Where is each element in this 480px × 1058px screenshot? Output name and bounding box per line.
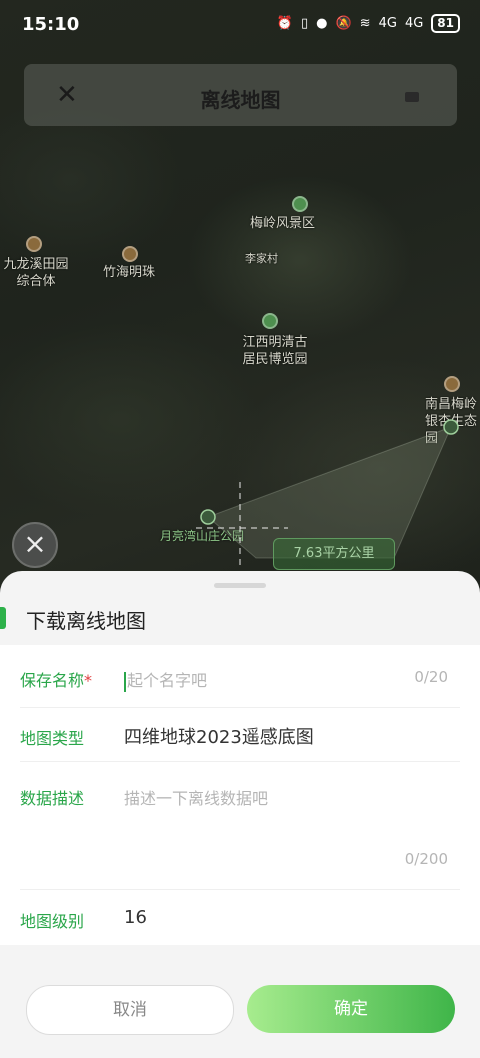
map-type-value[interactable]: 四维地球2023遥感底图 [124,723,314,749]
map-type-row[interactable]: 地图类型 四维地球2023遥感底图 [20,707,460,762]
description-input[interactable]: 描述一下离线数据吧 [124,785,268,809]
required-mark: * [84,671,93,690]
area-badge: 7.63平方公里 [273,538,395,570]
description-counter: 0/200 [404,850,448,868]
description-row: 数据描述 描述一下离线数据吧 0/200 [20,761,460,890]
map-view[interactable]: 15:10 ⏰ ▯ ● 🔕 ≋ 4G 4G 81 ✕ 离线地图 九龙溪田园 综合体… [0,0,480,640]
map-type-label: 地图类型 [20,729,85,748]
download-sheet: 下载离线地图 保存名称* 起个名字吧 0/20 地图类型 四维地球2023遥感底… [0,571,480,1058]
description-label: 数据描述 [20,789,85,808]
cancel-button[interactable]: 取消 [26,985,234,1035]
map-level-label: 地图级别 [20,912,85,931]
action-bar: 取消 确定 [0,945,480,1058]
map-level-value[interactable]: 16 [124,907,147,928]
clear-area-button[interactable]: × [12,522,58,568]
save-name-counter: 0/20 [414,668,448,686]
drawn-area-polygon[interactable] [0,0,480,640]
close-icon: × [23,527,47,560]
confirm-button[interactable]: 确定 [247,985,455,1033]
sheet-title: 下载离线地图 [26,609,146,633]
download-form: 保存名称* 起个名字吧 0/20 地图类型 四维地球2023遥感底图 数据描述 … [0,645,480,945]
title-accent-bar [0,607,6,629]
map-level-row[interactable]: 地图级别 16 [20,889,460,945]
save-name-row: 保存名称* 起个名字吧 0/20 [20,645,460,708]
drag-handle[interactable] [214,583,266,588]
save-name-input[interactable]: 起个名字吧 [124,667,207,692]
text-caret [124,671,126,692]
save-name-label: 保存名称* [20,671,93,690]
